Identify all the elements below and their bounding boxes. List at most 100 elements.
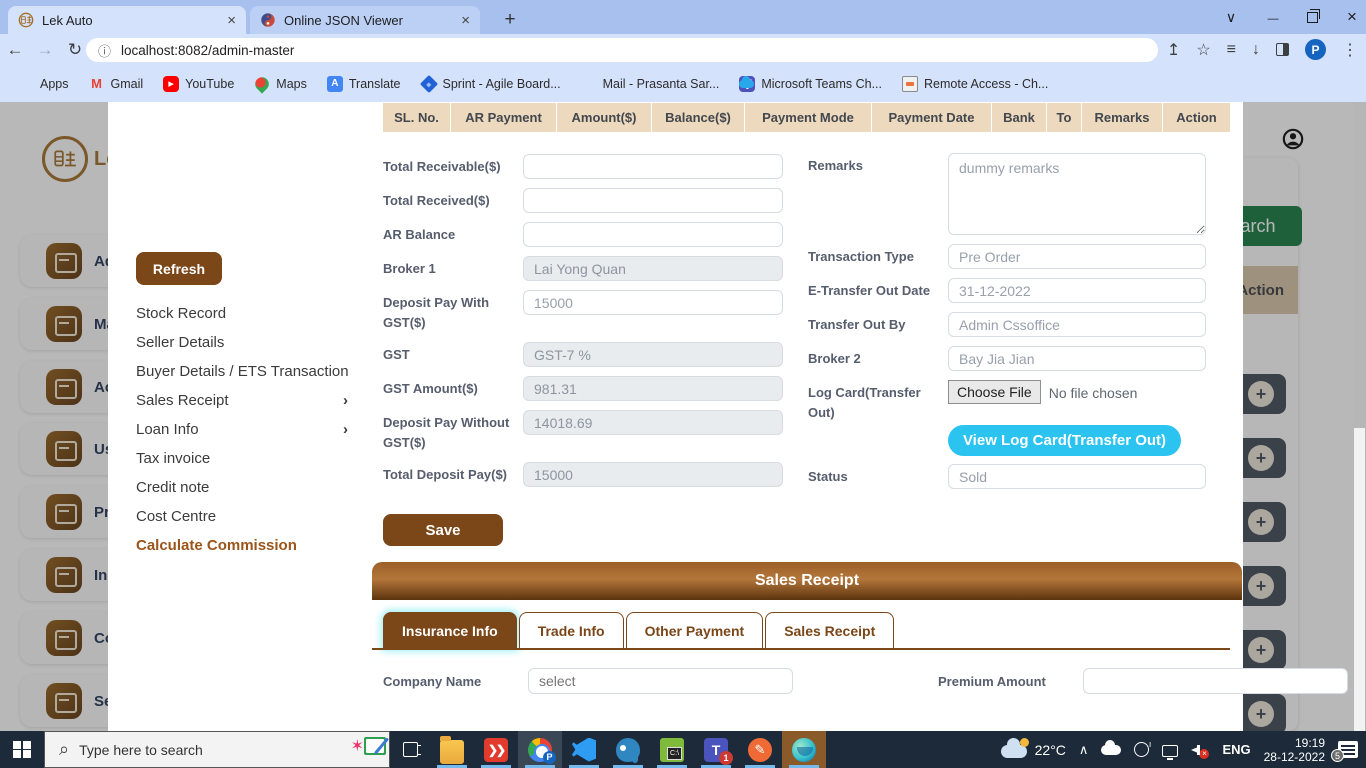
col-sl-no: SL. No. (383, 103, 451, 132)
premium-amount-input[interactable] (1083, 668, 1348, 694)
task-view-button[interactable] (390, 731, 430, 768)
back-button[interactable] (0, 40, 30, 60)
taskbar-remote-app[interactable] (474, 731, 518, 768)
bookmark-maps[interactable]: Maps (246, 72, 315, 96)
page-viewport: Lek Adm Mas Acc Use Pric Insu Con Sett S… (0, 102, 1366, 731)
taskbar-vscode[interactable] (562, 731, 606, 768)
scrollbar-thumb[interactable] (1354, 428, 1365, 731)
total-receivable-input[interactable] (523, 154, 783, 179)
bookmark-gmail[interactable]: MGmail (81, 72, 152, 96)
log-card-file-input[interactable]: Choose File No file chosen (948, 380, 1206, 423)
menu-item-sales-receipt[interactable]: Sales Receipt (136, 386, 366, 415)
total-received-input[interactable] (523, 188, 783, 213)
taskbar-file-explorer[interactable] (430, 731, 474, 768)
tray-expand-icon[interactable] (1079, 742, 1089, 758)
language-indicator[interactable]: ENG (1222, 742, 1250, 757)
status-input[interactable] (948, 464, 1206, 489)
taskbar-pgadmin[interactable] (606, 731, 650, 768)
side-panel-icon[interactable] (1276, 43, 1289, 56)
bookmark-star-icon[interactable] (1196, 40, 1210, 60)
chrome-icon: P (528, 738, 552, 762)
forward-button[interactable] (30, 40, 60, 60)
field-label: GST Amount($) (383, 376, 523, 401)
choose-file-button[interactable]: Choose File (948, 380, 1041, 404)
chevron-right-icon (343, 421, 348, 438)
window-close-button[interactable] (1344, 7, 1360, 27)
refresh-button[interactable]: Refresh (136, 252, 222, 285)
address-bar[interactable]: localhost:8082/admin-master (86, 38, 1158, 62)
onedrive-icon[interactable] (1101, 745, 1121, 755)
network-display-icon[interactable] (1162, 745, 1178, 757)
bookmark-sprint[interactable]: Sprint - Agile Board... (413, 72, 569, 96)
bookmark-apps[interactable]: Apps (10, 72, 77, 96)
profile-avatar[interactable]: P (1305, 39, 1326, 60)
site-info-icon[interactable] (98, 41, 111, 60)
bookmark-translate[interactable]: Translate (319, 72, 409, 96)
tab-close-icon[interactable] (227, 12, 236, 29)
downloads-icon[interactable] (1252, 41, 1260, 59)
bookmark-teams[interactable]: Microsoft Teams Ch... (731, 72, 890, 96)
deposit-with-gst-input[interactable] (523, 290, 783, 315)
window-restore-button[interactable] (1307, 12, 1318, 23)
tab-sales-receipt[interactable]: Sales Receipt (765, 612, 894, 649)
tab-insurance-info[interactable]: Insurance Info (383, 612, 517, 649)
menu-item-buyer-details[interactable]: Buyer Details / ETS Transaction (136, 357, 366, 386)
field-label: E-Transfer Out Date (808, 278, 948, 303)
weather-widget[interactable]: 22°C (1001, 741, 1066, 758)
etransfer-out-date-input[interactable] (948, 278, 1206, 303)
taskbar-chrome[interactable]: P (518, 731, 562, 768)
bookmark-mail[interactable]: Mail - Prasanta Sar... (573, 72, 728, 96)
save-button[interactable]: Save (383, 514, 503, 546)
menu-item-loan-info[interactable]: Loan Info (136, 415, 366, 444)
company-name-select[interactable] (528, 668, 793, 694)
taskbar-terminal-app[interactable] (650, 731, 694, 768)
sync-status-icon[interactable] (1134, 742, 1149, 757)
bookmark-remote-access[interactable]: Remote Access - Ch... (894, 72, 1056, 96)
search-icon (59, 739, 69, 760)
menu-item-cost-centre[interactable]: Cost Centre (136, 502, 366, 531)
search-placeholder: Type here to search (79, 742, 203, 758)
view-log-card-button[interactable]: View Log Card(Transfer Out) (948, 425, 1181, 456)
taskbar-edge[interactable] (782, 731, 826, 768)
ar-balance-input[interactable] (523, 222, 783, 247)
transfer-out-by-input[interactable] (948, 312, 1206, 337)
field-label: Deposit Pay With GST($) (383, 290, 523, 333)
youtube-icon (163, 76, 179, 92)
tab-lek-auto[interactable]: Lek Auto (8, 6, 246, 34)
new-tab-button[interactable] (498, 8, 522, 32)
action-center-icon[interactable]: 5 (1338, 741, 1358, 758)
menu-item-tax-invoice[interactable]: Tax invoice (136, 444, 366, 473)
taskbar-search-box[interactable]: Type here to search (44, 731, 390, 768)
tab-close-icon[interactable] (461, 12, 470, 29)
date: 28-12-2022 (1264, 750, 1325, 764)
tab-title: Lek Auto (42, 13, 221, 28)
menu-item-credit-note[interactable]: Credit note (136, 473, 366, 502)
menu-item-stock-record[interactable]: Stock Record (136, 299, 366, 328)
field-label: Total Receivable($) (383, 154, 523, 179)
window-minimize-button[interactable] (1265, 9, 1281, 25)
window-menu-caret-icon[interactable] (1223, 9, 1239, 26)
volume-muted-icon[interactable] (1191, 743, 1209, 757)
taskbar-teams[interactable]: 1 (694, 731, 738, 768)
search-highlight-art[interactable] (351, 736, 383, 756)
share-icon[interactable] (1167, 40, 1180, 60)
taskbar-clock[interactable]: 19:19 28-12-2022 (1264, 736, 1325, 764)
tab-other-payment[interactable]: Other Payment (626, 612, 764, 649)
field-label: Transfer Out By (808, 312, 948, 337)
start-button[interactable] (0, 731, 44, 768)
menu-item-seller-details[interactable]: Seller Details (136, 328, 366, 357)
taskbar-editor-app[interactable] (738, 731, 782, 768)
broker2-input[interactable] (948, 346, 1206, 371)
reading-list-icon[interactable] (1227, 41, 1236, 59)
page-scrollbar[interactable] (1353, 102, 1366, 731)
remarks-textarea[interactable]: dummy remarks (948, 153, 1206, 235)
tab-trade-info[interactable]: Trade Info (519, 612, 624, 649)
spark-icon (351, 736, 364, 756)
company-name-label: Company Name (383, 674, 528, 689)
sales-receipt-tabs: Insurance Info Trade Info Other Payment … (383, 612, 896, 649)
transaction-type-input[interactable] (948, 244, 1206, 269)
chrome-menu-icon[interactable] (1342, 40, 1358, 60)
tab-json-viewer[interactable]: Online JSON Viewer (250, 6, 480, 34)
bookmark-youtube[interactable]: YouTube (155, 72, 242, 96)
menu-item-calculate-commission[interactable]: Calculate Commission (136, 531, 366, 560)
